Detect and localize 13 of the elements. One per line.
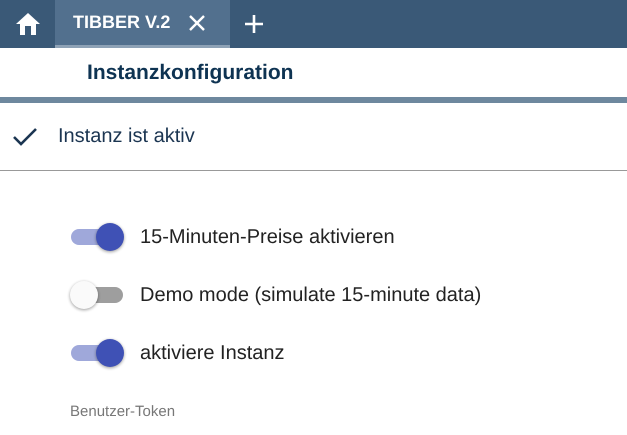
home-icon bbox=[14, 12, 40, 36]
toggle-switch[interactable] bbox=[70, 281, 124, 309]
instance-status: Instanz ist aktiv bbox=[58, 125, 195, 148]
toggle-switch[interactable] bbox=[70, 223, 124, 251]
field-label: Benutzer-Token bbox=[70, 403, 176, 420]
toggle-switch[interactable] bbox=[70, 339, 124, 367]
tab[interactable]: TIBBER V.2 bbox=[55, 0, 230, 48]
toggle-label: 15-Minuten-Preise aktivieren bbox=[140, 226, 395, 248]
toggle-label: aktiviere Instanz bbox=[140, 342, 285, 364]
plus-icon[interactable] bbox=[244, 14, 264, 34]
page-title: Instanzkonfiguration bbox=[87, 60, 294, 84]
close-icon[interactable] bbox=[188, 14, 206, 32]
toggle-label: Demo mode (simulate 15-minute data) bbox=[140, 284, 482, 306]
